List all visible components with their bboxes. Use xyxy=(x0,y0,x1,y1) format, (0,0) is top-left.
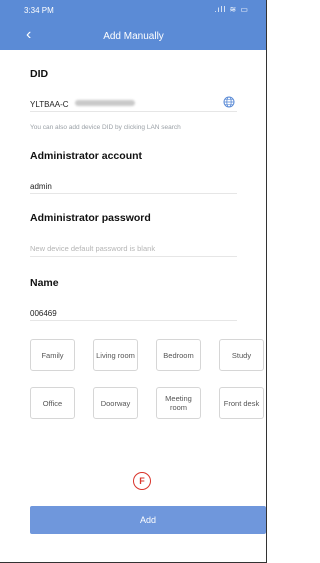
did-label: DID xyxy=(30,68,49,80)
divider xyxy=(30,256,237,257)
room-tag-family[interactable]: Family xyxy=(30,339,75,371)
circle-badge-icon: F xyxy=(133,472,151,490)
admin-password-placeholder: New device default password is blank xyxy=(30,244,156,253)
globe-icon[interactable] xyxy=(223,96,235,108)
did-value: YLTBAA-C xyxy=(30,100,69,109)
room-tag-doorway[interactable]: Doorway xyxy=(93,387,138,419)
room-tag-front-desk[interactable]: Front desk xyxy=(219,387,264,419)
nav-bar: ‹ Add Manually xyxy=(0,22,267,50)
name-value: 006469 xyxy=(30,309,57,318)
room-tag-office[interactable]: Office xyxy=(30,387,75,419)
room-tag-living-room[interactable]: Living room xyxy=(93,339,138,371)
divider xyxy=(30,111,237,112)
admin-account-field[interactable]: admin xyxy=(30,176,237,191)
add-button[interactable]: Add xyxy=(30,506,266,534)
app-header: 3:34 PM .ıll ≋ ▭ ‹ Add Manually xyxy=(0,0,267,50)
room-tag-study[interactable]: Study xyxy=(219,339,264,371)
did-redacted xyxy=(74,99,135,106)
did-section: DID xyxy=(30,68,237,80)
room-tag-meeting-room[interactable]: Meeting room xyxy=(156,387,201,419)
name-field[interactable]: 006469 xyxy=(30,303,237,318)
divider xyxy=(30,193,237,194)
status-time: 3:34 PM xyxy=(24,6,54,15)
page-title: Add Manually xyxy=(103,31,164,42)
did-hint: You can also add device DID by clicking … xyxy=(30,124,181,131)
divider xyxy=(30,320,237,321)
frame-edge xyxy=(266,0,267,563)
admin-password-label: Administrator password xyxy=(30,212,151,224)
admin-password-field[interactable]: New device default password is blank xyxy=(30,238,237,253)
name-label: Name xyxy=(30,277,59,289)
did-field[interactable]: YLTBAA-C xyxy=(30,94,237,110)
status-bar: 3:34 PM .ıll ≋ ▭ xyxy=(0,0,267,22)
room-tag-bedroom[interactable]: Bedroom xyxy=(156,339,201,371)
signal-wifi-battery-icon: .ıll ≋ ▭ xyxy=(214,5,249,14)
admin-account-value: admin xyxy=(30,182,52,191)
admin-account-label: Administrator account xyxy=(30,150,143,162)
